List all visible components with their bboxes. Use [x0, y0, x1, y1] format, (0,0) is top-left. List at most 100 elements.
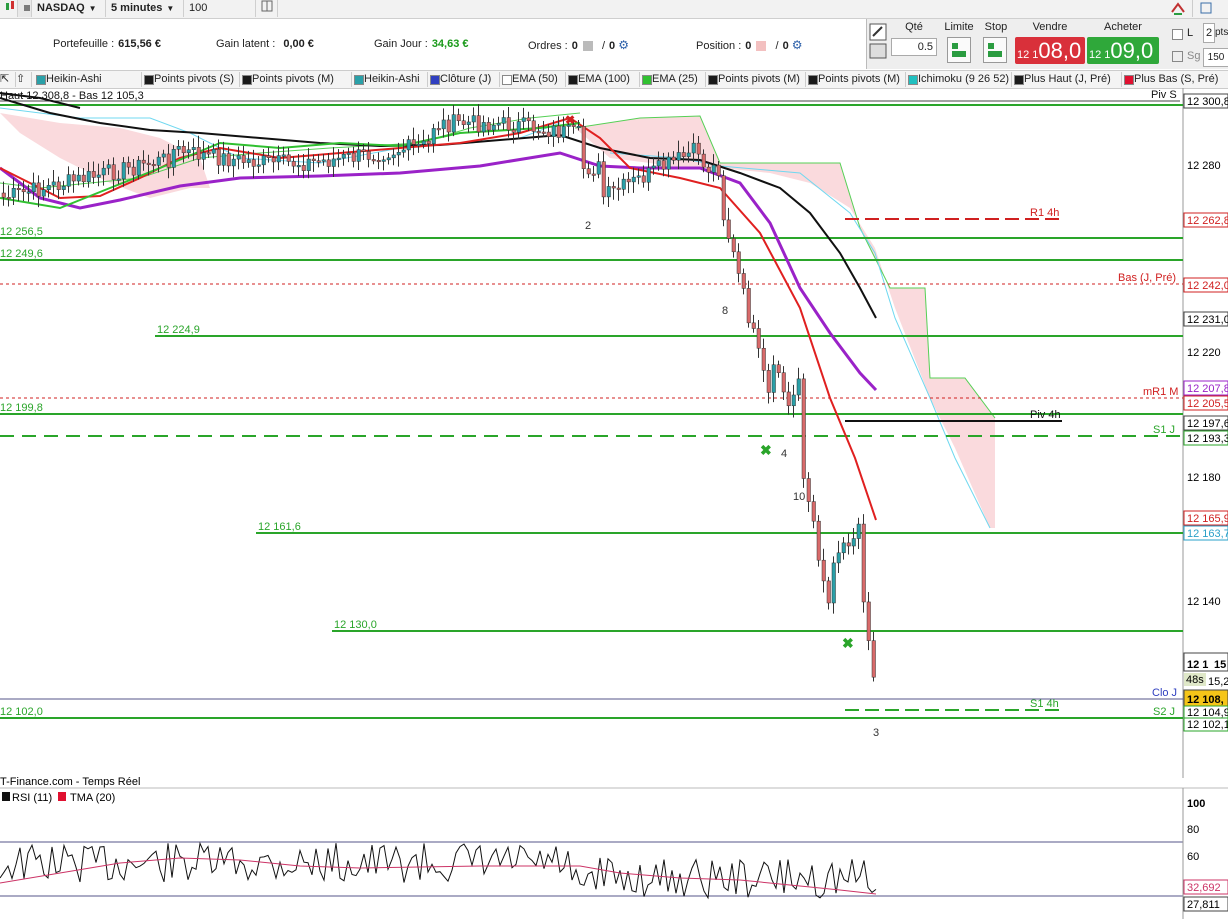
indicator-chip[interactable]: EMA (50) — [500, 72, 566, 87]
indicator-chip[interactable]: Heikin-Ashi — [34, 72, 142, 87]
candle-body — [486, 122, 491, 131]
candle-body — [416, 143, 421, 146]
position-value: 0 — [745, 40, 752, 52]
sell-button[interactable]: 12 108,0 — [1015, 37, 1085, 64]
l-checkbox[interactable] — [1172, 29, 1183, 40]
market-lock-icon[interactable] — [18, 0, 32, 17]
candle-body — [791, 394, 796, 407]
level-label: 12 199,8 — [0, 402, 43, 414]
window-icon[interactable] — [1192, 0, 1228, 17]
interval-select[interactable]: 5 minutes ▼ — [106, 0, 184, 17]
axis-tick: 12 165,9 — [1187, 513, 1228, 525]
indicator-chip[interactable]: Ichimoku (9 26 52) — [906, 72, 1012, 87]
add-indicator-icon[interactable]: ⇧ — [16, 72, 32, 87]
indicator-chip[interactable]: Points pivots (M) — [706, 72, 806, 87]
settings-grid-icon[interactable] — [256, 0, 278, 17]
candle-body — [501, 117, 506, 124]
indicator-chip[interactable]: EMA (100) — [566, 72, 640, 87]
candle-body — [511, 129, 516, 133]
candle-body — [306, 158, 311, 171]
candle-body — [806, 478, 811, 502]
candle-body — [616, 187, 621, 190]
position-label: Position : — [696, 40, 742, 52]
indicator-label: Ichimoku (9 26 52) — [918, 73, 1010, 85]
indicator-chip[interactable]: Plus Bas (S, Pré) — [1122, 72, 1228, 87]
market-select[interactable]: NASDAQ ▼ — [32, 0, 106, 17]
rsi-legend: RSI (11) TMA (20) — [2, 792, 115, 804]
candle-body — [401, 149, 406, 153]
sg-checkbox[interactable] — [1172, 51, 1183, 62]
indicator-label: Points pivots (M) — [718, 73, 800, 85]
candle-body — [596, 161, 601, 175]
tool-icon[interactable] — [869, 22, 887, 62]
axis-tick: 12 205,5 — [1187, 398, 1228, 410]
indicator-chip[interactable]: EMA (25) — [640, 72, 706, 87]
indicator-chip[interactable]: Plus Haut (J, Pré) — [1012, 72, 1122, 87]
orders-info[interactable]: Ordres :0 /0 ⚙ — [528, 38, 629, 52]
axis-tick: 12 242,0 — [1187, 280, 1228, 292]
mr1-m-label: mR1 M — [1143, 386, 1178, 398]
candle-body — [716, 164, 721, 176]
candle-body — [381, 159, 386, 162]
candle-body — [181, 146, 186, 154]
collapse-icon[interactable]: ⇱ — [0, 72, 16, 87]
sell-label: Vendre — [1032, 21, 1068, 33]
candle-body — [51, 181, 56, 186]
position-info[interactable]: Position :0 /0 ⚙ — [696, 38, 803, 52]
market-value: NASDAQ — [37, 2, 85, 14]
candle-body — [691, 142, 696, 154]
level-label: 12 161,6 — [258, 521, 301, 533]
candle-body — [446, 119, 451, 133]
axis-tick: 12 140 — [1187, 596, 1221, 608]
candle-body — [301, 165, 306, 171]
candle-body — [426, 140, 431, 144]
cross-marker: ✖ — [842, 635, 854, 651]
candle-body — [386, 157, 391, 161]
pts-label: pts — [1215, 27, 1228, 38]
candle-body — [321, 159, 326, 162]
chart-type-icon[interactable] — [0, 0, 18, 17]
indicator-color-swatch — [1124, 75, 1134, 85]
candle-body — [26, 191, 31, 194]
indicator-chip[interactable]: Points pivots (M) — [806, 72, 906, 87]
indicator-chip[interactable]: Clôture (J) — [428, 72, 500, 87]
pts-size-input[interactable]: 150 — [1203, 48, 1228, 67]
candle-body — [851, 538, 856, 547]
candle-body — [316, 160, 321, 163]
cross-marker: ✖ — [565, 113, 575, 127]
axis-tick: 12 300,8 — [1187, 96, 1228, 108]
candle-body — [436, 128, 441, 131]
candle-body — [541, 131, 546, 134]
candle-body — [526, 117, 531, 122]
source-label: T-Finance.com - Temps Réel — [0, 776, 140, 788]
candle-body — [636, 175, 641, 178]
axis-tick: 12 220 — [1187, 347, 1221, 359]
stop-button[interactable] — [983, 37, 1007, 63]
candle-body — [521, 117, 526, 122]
pts-input[interactable]: 2 — [1203, 23, 1215, 43]
candle-body — [166, 153, 171, 168]
axis-tick: 12 102,1 — [1187, 719, 1228, 731]
candle-body — [641, 175, 646, 183]
candle-body — [556, 125, 561, 138]
last-price: 12 108, — [1187, 694, 1224, 706]
candle-body — [561, 126, 566, 138]
level-label: 12 256,5 — [0, 226, 43, 238]
limit-button[interactable] — [947, 37, 971, 63]
count-label: 2 — [585, 220, 591, 232]
indicator-chip[interactable]: Points pivots (M) — [240, 72, 352, 87]
qty-input[interactable]: 0.5 — [891, 38, 937, 56]
candle-body — [476, 115, 481, 133]
tool-arrows-icon[interactable] — [1168, 0, 1188, 17]
candle-body — [36, 182, 41, 197]
indicator-chip[interactable]: Heikin-Ashi — [352, 72, 428, 87]
candle-body — [676, 152, 681, 161]
units-select[interactable]: 100 unités▼ — [184, 0, 256, 31]
price-chart[interactable]: ✖ ✖ ✖ 2 8 4 10 3 Haut 12 308,8 - Bas 12 … — [0, 88, 1228, 919]
last-price-big2: 15 — [1214, 659, 1226, 671]
buy-button[interactable]: 12 109,0 — [1087, 37, 1159, 64]
l-label: L — [1187, 27, 1194, 39]
chevron-down-icon: ▼ — [166, 4, 175, 13]
orders-value: 0 — [571, 40, 578, 52]
indicator-chip[interactable]: Points pivots (S) — [142, 72, 240, 87]
